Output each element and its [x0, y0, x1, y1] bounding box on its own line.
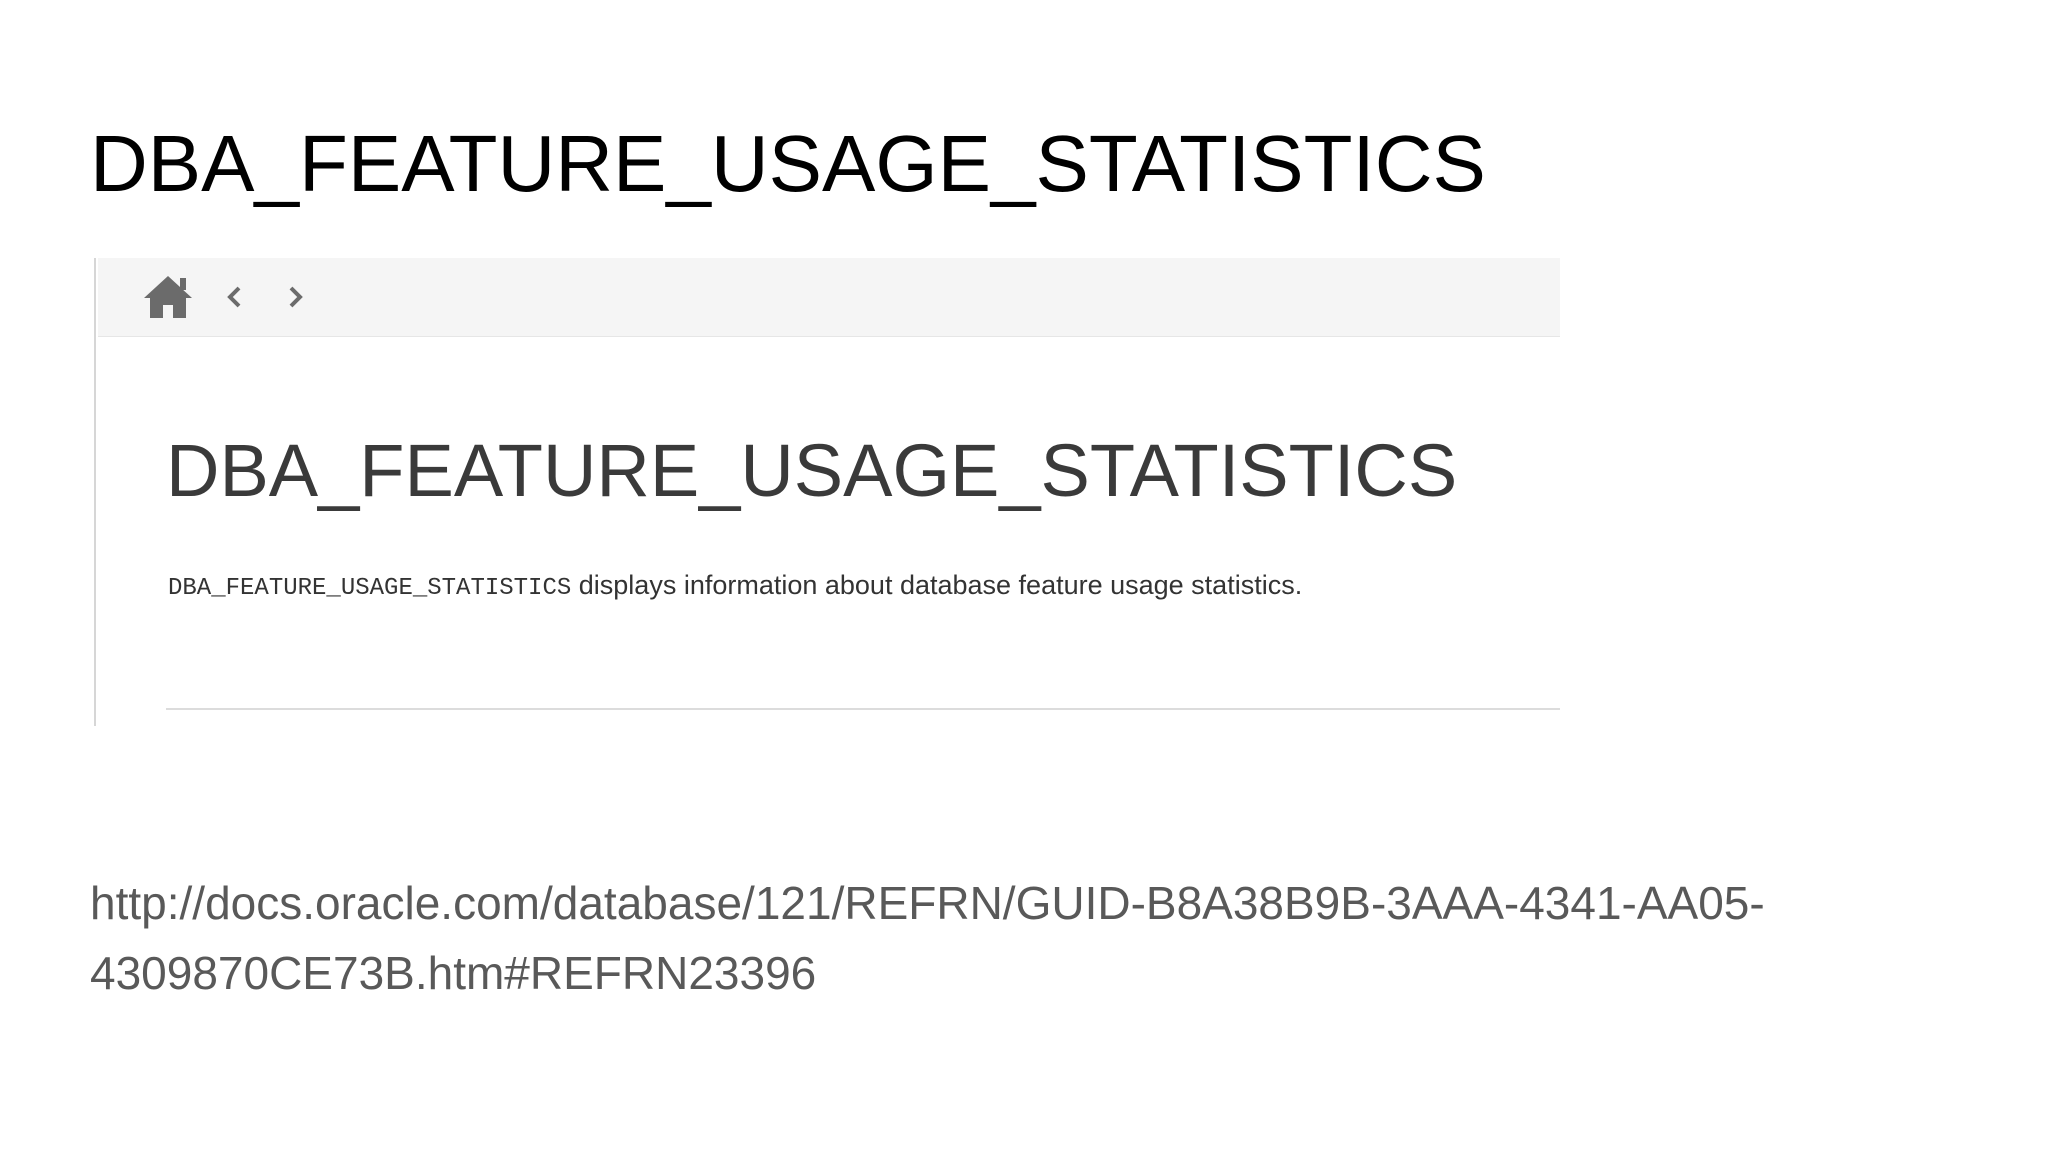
slide-title: DBA_FEATURE_USAGE_STATISTICS [90, 119, 1486, 208]
slide: DBA_FEATURE_USAGE_STATISTICS DBA_FEATURE… [0, 0, 2048, 1152]
embedded-doc-screenshot: DBA_FEATURE_USAGE_STATISTICS DBA_FEATURE… [94, 258, 1560, 726]
chevron-left-icon[interactable] [222, 282, 246, 312]
home-icon[interactable] [142, 272, 194, 320]
source-url-line-1[interactable]: http://docs.oracle.com/database/121/REFR… [90, 868, 1990, 938]
source-url-line-2[interactable]: 4309870CE73B.htm#REFRN23396 [90, 938, 1990, 1008]
divider [166, 708, 1560, 710]
chevron-right-icon[interactable] [284, 282, 308, 312]
doc-description-text: displays information about database feat… [571, 570, 1303, 600]
source-url[interactable]: http://docs.oracle.com/database/121/REFR… [90, 868, 1990, 1008]
doc-heading: DBA_FEATURE_USAGE_STATISTICS [166, 429, 1458, 512]
doc-nav-bar [98, 258, 1560, 337]
doc-description-code: DBA_FEATURE_USAGE_STATISTICS [168, 575, 572, 602]
doc-description: DBA_FEATURE_USAGE_STATISTICS displays in… [168, 568, 1302, 604]
